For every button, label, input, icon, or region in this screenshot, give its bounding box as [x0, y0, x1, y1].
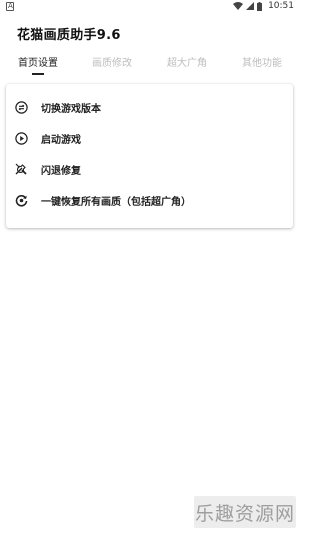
tools-icon: [14, 162, 28, 176]
battery-icon: [257, 1, 263, 11]
switch-arrows-icon: [14, 100, 28, 114]
app-title: 花猫画质助手9.6: [17, 28, 121, 43]
status-time: 10:51: [268, 1, 294, 11]
menu-item-launch-game[interactable]: 启动游戏: [6, 126, 293, 150]
tab-home-settings[interactable]: 首页设置: [18, 54, 58, 69]
menu-item-label: 启动游戏: [41, 134, 81, 146]
menu-item-label: 切换游戏版本: [41, 103, 101, 115]
menu-item-label: 一键恢复所有画质（包括超广角）: [41, 196, 191, 208]
tab-quality-modify[interactable]: 画质修改: [92, 54, 132, 69]
signal-icon: [246, 2, 255, 10]
menu-item-switch-version[interactable]: 切换游戏版本: [6, 95, 293, 119]
notification-a-icon: A: [6, 2, 14, 11]
wifi-icon: [233, 2, 244, 10]
restore-icon: [14, 193, 28, 207]
status-icons: 10:51: [233, 1, 294, 11]
menu-item-crash-fix[interactable]: 闪退修复: [6, 157, 293, 181]
play-circle-icon: [14, 131, 28, 145]
menu-card: 切换游戏版本 启动游戏 闪退修复 一键恢复所有画质（包括超广角）: [6, 84, 293, 228]
tab-other-functions[interactable]: 其他功能: [242, 54, 282, 69]
active-tab-indicator: [32, 73, 44, 75]
menu-item-restore-quality[interactable]: 一键恢复所有画质（包括超广角）: [6, 188, 293, 212]
menu-item-label: 闪退修复: [41, 165, 81, 177]
watermark: 乐趣资源网: [194, 496, 296, 528]
status-bar: A 10:51: [0, 0, 300, 14]
tab-wide-angle[interactable]: 超大广角: [167, 54, 207, 69]
tab-bar: 首页设置 画质修改 超大广角 其他功能: [0, 54, 300, 74]
